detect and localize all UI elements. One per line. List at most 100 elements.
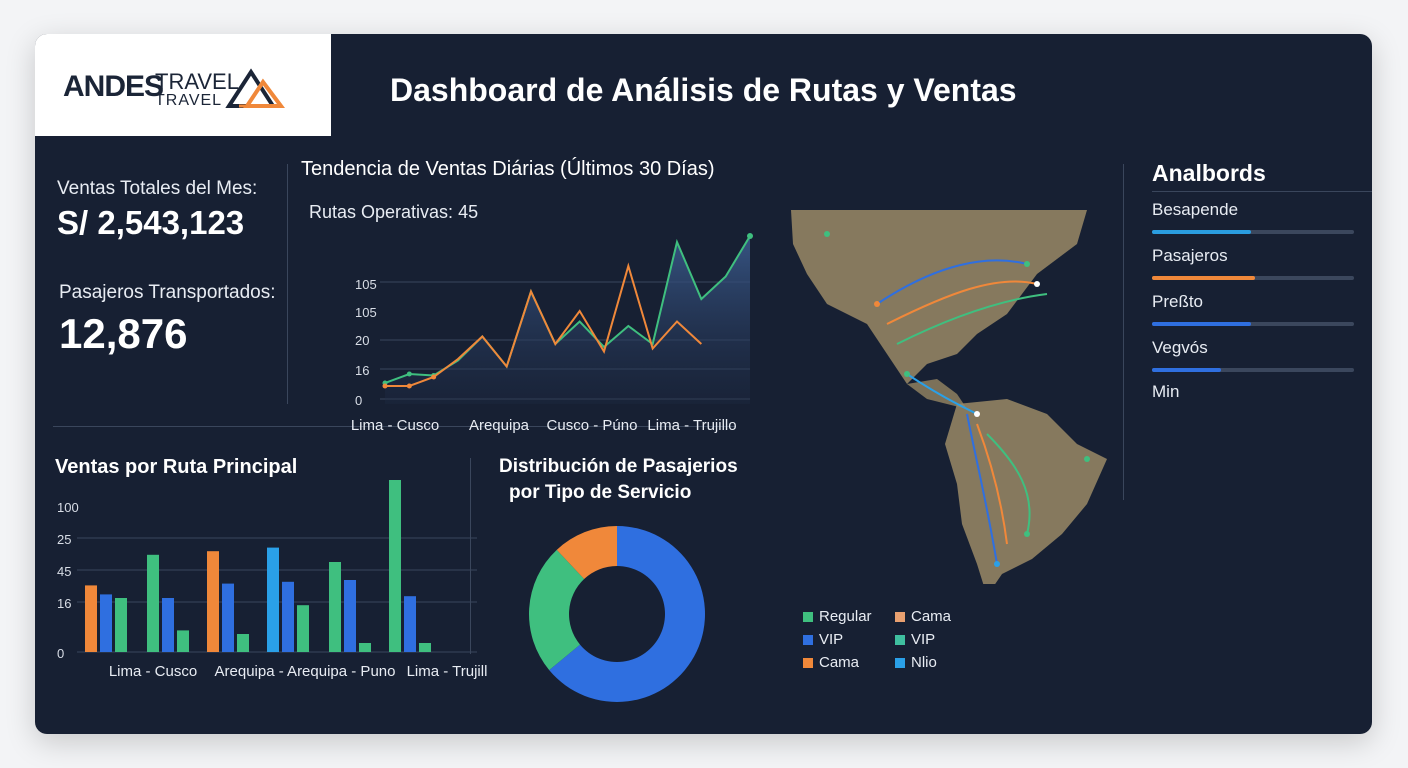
side-item-label: Pasajeros xyxy=(1152,246,1228,265)
logo-subtext-secondary: TRAVEL xyxy=(155,92,223,109)
legend-swatch xyxy=(895,611,905,622)
bar xyxy=(267,547,279,652)
bar xyxy=(404,596,416,652)
data-point xyxy=(406,371,412,377)
y-tick-label: 0 xyxy=(355,393,362,408)
side-item-progress-track xyxy=(1152,230,1354,234)
logo-text: ANDES xyxy=(63,70,164,103)
data-point xyxy=(382,383,388,389)
legend-label: Cama xyxy=(911,608,952,625)
x-tick-label: Arequipa xyxy=(469,417,530,434)
bar xyxy=(282,581,294,652)
y-tick-label: 45 xyxy=(57,564,71,579)
x-tick-label: Lima - Cusco xyxy=(109,663,197,680)
bar-chart: 100 25 45 16 0 Lima - Cusco Arequipa - Arequip… xyxy=(57,480,487,680)
side-item-progress-fill xyxy=(1152,276,1256,280)
y-tick-label: 105 xyxy=(355,277,377,292)
legend-item: Regular xyxy=(803,608,895,625)
side-item[interactable]: Besapende xyxy=(1152,200,1354,234)
side-item-progress-fill xyxy=(1152,368,1221,372)
x-tick-label: Lima - Trujill xyxy=(407,663,487,680)
bar xyxy=(115,598,127,652)
data-point xyxy=(747,233,753,239)
side-title-divider xyxy=(1152,191,1372,192)
bar xyxy=(389,480,401,652)
bar xyxy=(162,598,174,652)
legend-label: Cama xyxy=(819,654,860,671)
side-item-progress-track xyxy=(1152,368,1354,372)
bar-chart-title: Ventas por Ruta Principal xyxy=(55,456,298,478)
legend-swatch xyxy=(895,634,905,645)
side-item-progress-fill xyxy=(1152,230,1251,234)
legend-label: Nlio xyxy=(911,654,937,671)
legend-item: Cama xyxy=(803,654,895,671)
sales-value: S/ 2,543,123 xyxy=(57,204,245,241)
north-america-shape xyxy=(791,210,1087,409)
mountain-logo-icon xyxy=(225,68,285,108)
passengers-label: Pasajeros Transportados: xyxy=(59,282,276,303)
bar xyxy=(207,551,219,652)
y-tick-label: 16 xyxy=(355,363,369,378)
side-item[interactable]: Preßto xyxy=(1152,292,1354,326)
y-tick-label: 16 xyxy=(57,596,71,611)
bar xyxy=(237,634,249,652)
legend-label: VIP xyxy=(911,631,936,648)
side-item-progress-fill xyxy=(1152,322,1251,326)
bar xyxy=(222,583,234,652)
y-tick-label: 20 xyxy=(355,333,369,348)
trend-title: Tendencia de Ventas Diárias (Últimos 30 … xyxy=(301,158,715,180)
trend-chart: 105 105 20 16 0 Lima - Cusco Arequipa Cusco - P… xyxy=(351,233,753,434)
legend-swatch xyxy=(803,657,813,668)
route-map xyxy=(791,210,1107,584)
bar xyxy=(329,562,341,652)
legend-item: Nlio xyxy=(895,654,987,671)
page-title: Dashboard de Análisis de Rutas y Ventas xyxy=(390,72,1017,108)
legend-swatch xyxy=(803,611,813,622)
y-tick-label: 25 xyxy=(57,532,71,547)
bar xyxy=(297,605,309,652)
side-item-label: Min xyxy=(1152,382,1180,401)
side-item-label: Vegvós xyxy=(1152,338,1208,357)
y-tick-label: 0 xyxy=(57,646,64,661)
kpi-divider xyxy=(287,164,288,404)
donut-chart xyxy=(529,526,705,702)
data-point xyxy=(431,374,437,380)
donut-title-line2: por Tipo de Servicio xyxy=(509,482,692,503)
side-item-label: Preßto xyxy=(1152,292,1204,311)
bar xyxy=(359,643,371,652)
x-tick-label: Lima - Cusco xyxy=(351,417,439,434)
legend-label: Regular xyxy=(819,608,872,625)
trend-area xyxy=(385,236,750,404)
legend-label: VIP xyxy=(819,631,844,648)
x-tick-label: Arequipa - Arequipa - Puno xyxy=(215,663,396,680)
bar xyxy=(344,580,356,652)
side-item-progress-track xyxy=(1152,276,1354,280)
donut-title-line1: Distribución de Pasajerios xyxy=(499,456,738,477)
legend-item: Cama xyxy=(895,608,987,625)
bar xyxy=(147,554,159,652)
legend-swatch xyxy=(895,657,905,668)
data-point xyxy=(406,383,412,389)
passengers-value: 12,876 xyxy=(59,310,188,357)
dashboard-card: ANDES TRAVEL TRAVEL Dashboard de Análisi… xyxy=(35,34,1372,734)
side-item[interactable]: Vegvós xyxy=(1152,338,1354,372)
logo-slant xyxy=(295,34,331,136)
y-tick-label: 105 xyxy=(355,305,377,320)
x-tick-label: Lima - Trujillo xyxy=(647,417,736,434)
x-tick-label: Cusco - Púno xyxy=(547,417,638,434)
side-panel-title: Analbords xyxy=(1152,160,1266,186)
y-tick-label: 100 xyxy=(57,500,79,515)
legend-item: VIP xyxy=(895,631,987,648)
side-item[interactable]: Pasajeros xyxy=(1152,246,1354,280)
sales-label: Ventas Totales del Mes: xyxy=(57,178,258,199)
side-item[interactable]: Min xyxy=(1152,382,1354,402)
bar xyxy=(100,594,112,652)
bar xyxy=(85,585,97,652)
bar xyxy=(177,630,189,652)
side-item-label: Besapende xyxy=(1152,200,1239,219)
legend-item: VIP xyxy=(803,631,895,648)
map-legend: Regular Cama VIP VIP Cama Nlio xyxy=(803,608,1003,671)
side-item-progress-track xyxy=(1152,322,1354,326)
legend-swatch xyxy=(803,634,813,645)
side-divider xyxy=(1123,164,1124,500)
